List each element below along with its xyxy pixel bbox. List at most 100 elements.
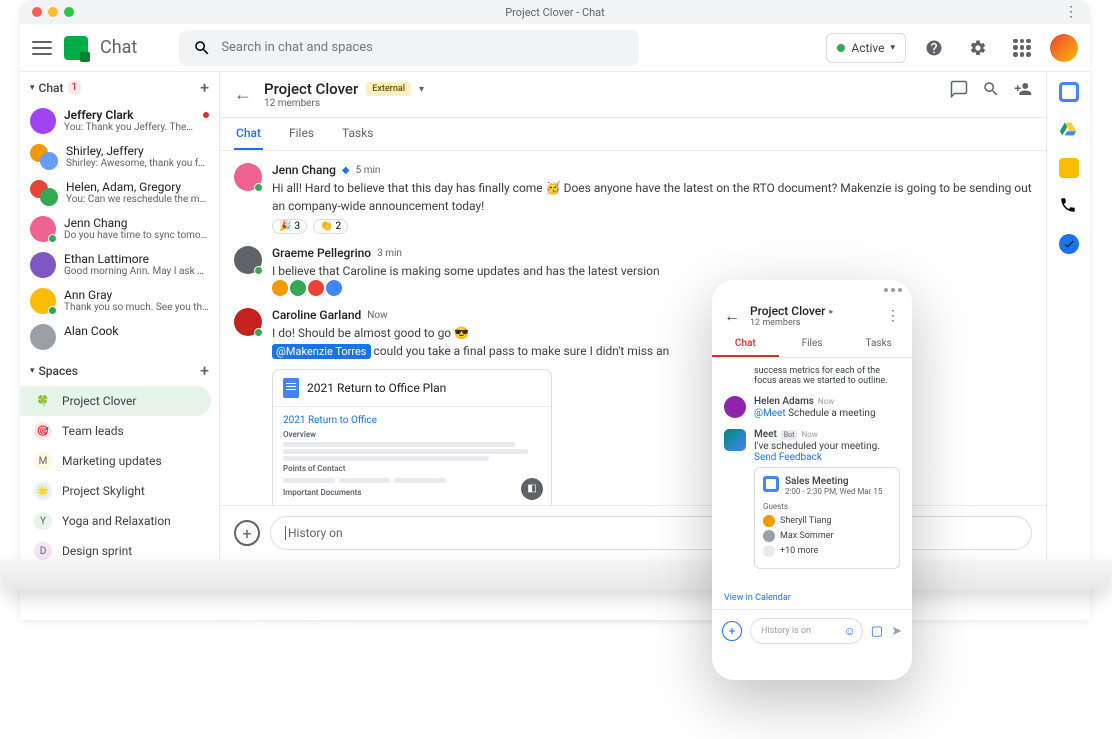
phone-tab-tasks[interactable]: Tasks bbox=[845, 332, 912, 357]
chat-name: Ann Gray bbox=[64, 288, 209, 302]
chat-section-header[interactable]: ▾ Chat 1 + bbox=[20, 72, 219, 103]
spaces-section-header[interactable]: ▾ Spaces + bbox=[20, 355, 219, 386]
avatar-icon bbox=[234, 163, 262, 191]
message-author: Graeme Pellegrino bbox=[272, 246, 371, 260]
phone-more-icon[interactable]: ⋮ bbox=[886, 308, 900, 324]
minimize-dot-icon[interactable] bbox=[48, 7, 58, 17]
status-chip[interactable]: Active ▾ bbox=[826, 33, 906, 63]
message-text: I believe that Caroline is making some u… bbox=[272, 262, 1032, 280]
window-more-icon[interactable]: ⋮ bbox=[1064, 4, 1078, 20]
reaction-chip[interactable]: 🎉3 bbox=[272, 219, 307, 234]
space-icon: M bbox=[34, 452, 52, 470]
reaction-chip[interactable]: 👏2 bbox=[313, 219, 348, 234]
avatar-icon bbox=[30, 252, 56, 278]
chat-item[interactable]: Ethan LattimoreGood morning Ann. May I a… bbox=[20, 247, 219, 283]
search-in-space-icon[interactable] bbox=[982, 80, 1000, 98]
message-composer: + History on bbox=[220, 505, 1046, 560]
doc-open-icon[interactable]: ◧ bbox=[521, 478, 543, 500]
keep-rail-icon[interactable] bbox=[1059, 158, 1079, 178]
space-item[interactable]: 🎯Team leads bbox=[20, 416, 219, 446]
space-item[interactable]: MMarketing updates bbox=[20, 446, 219, 476]
chat-logo-icon bbox=[64, 36, 88, 60]
chat-bubble-icon[interactable] bbox=[950, 80, 968, 98]
chat-preview: You: Thank you Jeffery. The newsle... bbox=[64, 122, 195, 133]
space-icon: D bbox=[34, 542, 52, 560]
laptop-frame: Project Clover - Chat ⋮ Chat Active ▾ ▾ … bbox=[20, 0, 1090, 620]
space-title: Project Clover bbox=[264, 80, 358, 98]
back-arrow-icon[interactable]: ← bbox=[234, 84, 252, 105]
docs-icon bbox=[283, 378, 299, 398]
tab-chat[interactable]: Chat bbox=[234, 118, 263, 150]
chevron-right-icon[interactable]: ▸ bbox=[829, 307, 833, 316]
view-in-calendar-link[interactable]: View in Calendar bbox=[724, 593, 900, 603]
phone-rail-icon[interactable] bbox=[1059, 196, 1079, 216]
chat-name: Alan Cook bbox=[64, 324, 209, 338]
calendar-event-card[interactable]: Sales Meeting 2:00 - 2:30 PM, Wed Mar 15… bbox=[754, 467, 900, 569]
hamburger-icon[interactable] bbox=[32, 41, 52, 55]
emoji-icon[interactable]: ☺ bbox=[844, 624, 856, 638]
side-rail bbox=[1046, 72, 1090, 560]
search-field[interactable] bbox=[221, 40, 625, 55]
guest-item: +10 more bbox=[763, 545, 891, 557]
tab-tasks[interactable]: Tasks bbox=[340, 118, 376, 150]
send-icon[interactable]: ➤ bbox=[891, 624, 902, 639]
phone-tabs: Chat Files Tasks bbox=[712, 332, 912, 358]
chat-item[interactable]: Alan Cook bbox=[20, 319, 219, 355]
caret-down-icon: ▾ bbox=[30, 83, 35, 93]
chevron-down-icon: ▾ bbox=[890, 43, 895, 53]
space-label: Design sprint bbox=[62, 544, 132, 558]
drive-rail-icon[interactable] bbox=[1059, 120, 1079, 140]
space-item[interactable]: 🍀Project Clover bbox=[20, 386, 211, 416]
add-chat-icon[interactable]: + bbox=[200, 78, 209, 97]
mention-chip[interactable]: @Makenzie Torres bbox=[272, 344, 371, 359]
phone-tab-chat[interactable]: Chat bbox=[712, 332, 779, 357]
avatar-icon bbox=[724, 396, 746, 418]
traffic-lights[interactable] bbox=[32, 7, 74, 17]
maximize-dot-icon[interactable] bbox=[64, 7, 74, 17]
unread-dot-icon bbox=[203, 112, 209, 118]
chevron-down-icon[interactable]: ▾ bbox=[419, 84, 424, 95]
image-icon[interactable]: ▢ bbox=[871, 624, 883, 639]
message-time: 3 min bbox=[377, 248, 402, 259]
unread-badge: 1 bbox=[68, 81, 82, 94]
add-people-icon[interactable] bbox=[1014, 80, 1032, 98]
composer-input[interactable]: History on bbox=[270, 516, 1032, 550]
calendar-icon bbox=[763, 476, 779, 492]
space-icon: Y bbox=[34, 512, 52, 530]
phone-composer-input[interactable]: History is on ☺ bbox=[750, 618, 863, 644]
avatar-icon bbox=[30, 324, 56, 350]
message-author: Jenn Chang bbox=[272, 163, 336, 177]
chat-name: Helen, Adam, Gregory bbox=[66, 180, 209, 194]
search-input[interactable] bbox=[179, 30, 639, 66]
tasks-rail-icon[interactable] bbox=[1059, 234, 1079, 254]
space-icon: 🌟 bbox=[34, 482, 52, 500]
chat-item[interactable]: Helen, Adam, GregoryYou: Can we reschedu… bbox=[20, 175, 219, 211]
add-attachment-icon[interactable]: + bbox=[234, 520, 260, 546]
settings-gear-icon[interactable] bbox=[962, 32, 994, 64]
message-text: I do! Should be almost good to go 😎 bbox=[272, 324, 1032, 342]
calendar-rail-icon[interactable] bbox=[1059, 82, 1079, 102]
phone-add-icon[interactable]: + bbox=[722, 621, 742, 641]
tab-files[interactable]: Files bbox=[287, 118, 316, 150]
chat-preview: Shirley: Awesome, thank you for the... bbox=[66, 158, 209, 169]
top-app-bar: Chat Active ▾ bbox=[20, 24, 1090, 72]
help-icon[interactable] bbox=[918, 32, 950, 64]
sidebar: ▾ Chat 1 + Jeffery ClarkYou: Thank you J… bbox=[20, 72, 220, 560]
space-item[interactable]: YYoga and Relaxation bbox=[20, 506, 219, 536]
close-dot-icon[interactable] bbox=[32, 7, 42, 17]
phone-back-icon[interactable]: ← bbox=[724, 306, 740, 326]
chat-item[interactable]: Jeffery ClarkYou: Thank you Jeffery. The… bbox=[20, 103, 219, 139]
space-item[interactable]: 🌟Project Skylight bbox=[20, 476, 219, 506]
add-space-icon[interactable]: + bbox=[200, 361, 209, 380]
apps-grid-icon[interactable] bbox=[1006, 32, 1038, 64]
user-avatar[interactable] bbox=[1050, 34, 1078, 62]
chat-name: Jenn Chang bbox=[64, 216, 209, 230]
doc-attachment-card[interactable]: 2021 Return to Office Plan 2021 Return t… bbox=[272, 369, 552, 506]
phone-tab-files[interactable]: Files bbox=[779, 332, 846, 357]
member-count[interactable]: 12 members bbox=[264, 98, 424, 109]
space-item[interactable]: D Design sprint bbox=[20, 536, 219, 560]
chat-item[interactable]: Jenn ChangDo you have time to sync tomor… bbox=[20, 211, 219, 247]
chat-item[interactable]: Shirley, JefferyShirley: Awesome, thank … bbox=[20, 139, 219, 175]
chat-item[interactable]: Ann GrayThank you so much. See you there… bbox=[20, 283, 219, 319]
message-time: 5 min bbox=[356, 165, 381, 176]
